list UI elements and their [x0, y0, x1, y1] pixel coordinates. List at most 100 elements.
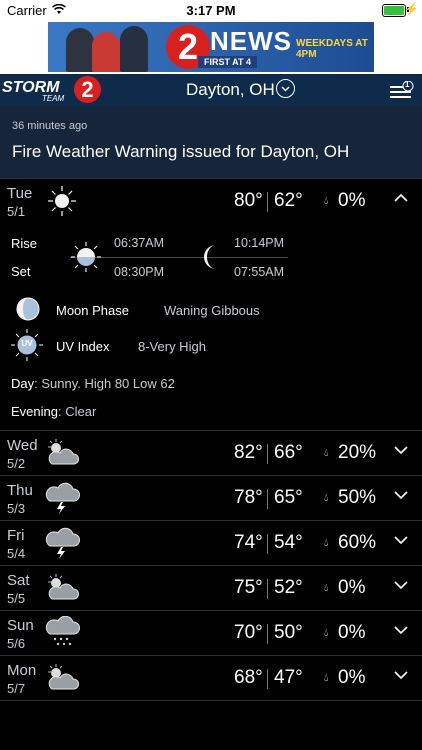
menu-icon[interactable]: 1	[389, 80, 415, 101]
alert-title: Fire Weather Warning issued for Dayton, …	[12, 142, 350, 161]
temp-separator	[267, 624, 268, 644]
forecast-row[interactable]: Sun 5/6 70° 50° 💧︎ 0%	[0, 612, 422, 656]
brand-logo[interactable]: STORM TEAM 2	[2, 75, 102, 105]
high-temp: 80°	[234, 190, 263, 211]
uv-index-value: 8-Very High	[138, 339, 206, 354]
day-date: 5/7	[7, 681, 26, 696]
raindrop-icon: 💧︎	[324, 582, 329, 594]
chevron-up-icon[interactable]	[392, 191, 410, 205]
high-temp: 78°	[234, 487, 263, 508]
clock: 3:17 PM	[186, 3, 236, 18]
temp-separator	[267, 444, 268, 464]
evening-summary: Evening: Clear	[11, 404, 96, 419]
day-name: Mon	[7, 662, 37, 679]
rain-icon	[44, 615, 80, 650]
sunrise-time: 06:37AM	[114, 236, 165, 250]
divider	[0, 475, 422, 476]
high-temp: 82°	[234, 442, 263, 463]
precip-chance: 20%	[338, 442, 377, 463]
brand-number: 2	[74, 76, 101, 103]
thunderstorm-icon	[44, 481, 80, 515]
rise-set-panel: Rise Set 06:37AM 08:30PM 10:14PM 07:55AM	[0, 226, 422, 286]
low-temp: 47°	[274, 667, 303, 688]
moonset-time: 07:55AM	[234, 265, 285, 279]
uv-index-icon: UV	[10, 328, 44, 362]
forecast-row[interactable]: Fri 5/4 74° 54° 💧︎ 60%	[0, 522, 422, 566]
battery-icon	[382, 4, 406, 17]
evening-summary-text: : Clear	[57, 404, 97, 419]
ad-banner-container: 2 NEWS FIRST AT 4 WEEKDAYS AT 4PM	[0, 20, 422, 74]
chevron-down-icon[interactable]	[392, 488, 410, 502]
precip-chance: 60%	[338, 532, 377, 553]
day-date: 5/3	[7, 501, 26, 516]
raindrop-icon: 💧︎	[324, 627, 329, 639]
day-name: Fri	[7, 527, 25, 544]
horizon-line	[70, 257, 288, 258]
moonrise-time: 10:14PM	[234, 236, 285, 250]
ad-schedule: WEEKDAYS AT 4PM	[296, 38, 368, 60]
precip-chance: 0%	[338, 622, 366, 643]
ad-banner[interactable]: 2 NEWS FIRST AT 4 WEEKDAYS AT 4PM	[48, 22, 374, 72]
divider	[0, 178, 422, 179]
day-date: 5/5	[7, 591, 26, 606]
forecast-row[interactable]: Mon 5/7 68° 47° 💧︎ 0%	[0, 657, 422, 701]
evening-summary-label: Evening	[11, 404, 58, 419]
chevron-down-icon[interactable]	[392, 668, 410, 682]
forecast-row[interactable]: Wed 5/2 82° 66° 💧︎ 20%	[0, 432, 422, 476]
moon-phase-icon	[16, 297, 40, 326]
moon-phase-value: Waning Gibbous	[164, 303, 260, 318]
low-temp: 62°	[274, 190, 303, 211]
divider	[0, 565, 422, 566]
day-name: Sat	[7, 572, 30, 589]
forecast-row[interactable]: Thu 5/3 78° 65° 💧︎ 50%	[0, 477, 422, 521]
uv-index-label: UV Index	[56, 339, 110, 354]
low-temp: 66°	[274, 442, 303, 463]
high-temp: 68°	[234, 667, 263, 688]
uv-badge-text: UV	[21, 339, 33, 348]
day-date: 5/2	[7, 456, 26, 471]
charging-icon: ⚡	[404, 2, 419, 16]
temp-separator	[267, 579, 268, 599]
weather-alert-banner[interactable]: 36 minutes ago Fire Weather Warning issu…	[0, 106, 422, 178]
chevron-down-icon[interactable]	[276, 79, 295, 98]
low-temp: 65°	[274, 487, 303, 508]
app-header: STORM TEAM 2 Dayton, OH 1	[0, 74, 422, 106]
precip-chance: 0%	[338, 667, 366, 688]
day-summary: Day: Sunny. High 80 Low 62	[11, 376, 175, 391]
day-date: 5/6	[7, 636, 26, 651]
divider	[0, 430, 422, 431]
temp-separator	[267, 669, 268, 689]
raindrop-icon: 💧︎	[324, 492, 329, 504]
location-selector[interactable]: Dayton, OH	[186, 80, 275, 100]
thunderstorm-icon	[44, 526, 80, 560]
chevron-down-icon[interactable]	[392, 623, 410, 637]
alert-age: 36 minutes ago	[12, 120, 88, 132]
day-name: Thu	[7, 482, 33, 499]
day-name: Sun	[7, 617, 34, 634]
moon-icon	[202, 244, 224, 275]
low-temp: 52°	[274, 577, 303, 598]
forecast-row[interactable]: Sat 5/5 75° 52° 💧︎ 0%	[0, 567, 422, 611]
forecast-row-expanded[interactable]: Tue 5/1 80° 62° 💧︎ 0%	[0, 180, 422, 224]
high-temp: 75°	[234, 577, 263, 598]
divider	[0, 655, 422, 656]
chevron-down-icon[interactable]	[392, 443, 410, 457]
day-date: 5/4	[7, 546, 26, 561]
ad-tagline: FIRST AT 4	[198, 56, 257, 68]
temp-separator	[267, 192, 268, 212]
divider	[0, 700, 422, 701]
partly-cloudy-icon	[44, 571, 80, 605]
low-temp: 50°	[274, 622, 303, 643]
chevron-down-icon[interactable]	[392, 533, 410, 547]
raindrop-icon: 💧︎	[324, 537, 329, 549]
low-temp: 54°	[274, 532, 303, 553]
temp-separator	[267, 534, 268, 554]
day-name: Tue	[7, 185, 33, 202]
day-date: 5/1	[7, 204, 26, 219]
precip-chance: 0%	[338, 190, 366, 211]
high-temp: 74°	[234, 532, 263, 553]
notification-badge: 1	[405, 80, 410, 89]
day-name: Wed	[7, 437, 38, 454]
chevron-down-icon[interactable]	[392, 578, 410, 592]
anchors-image	[66, 24, 156, 72]
